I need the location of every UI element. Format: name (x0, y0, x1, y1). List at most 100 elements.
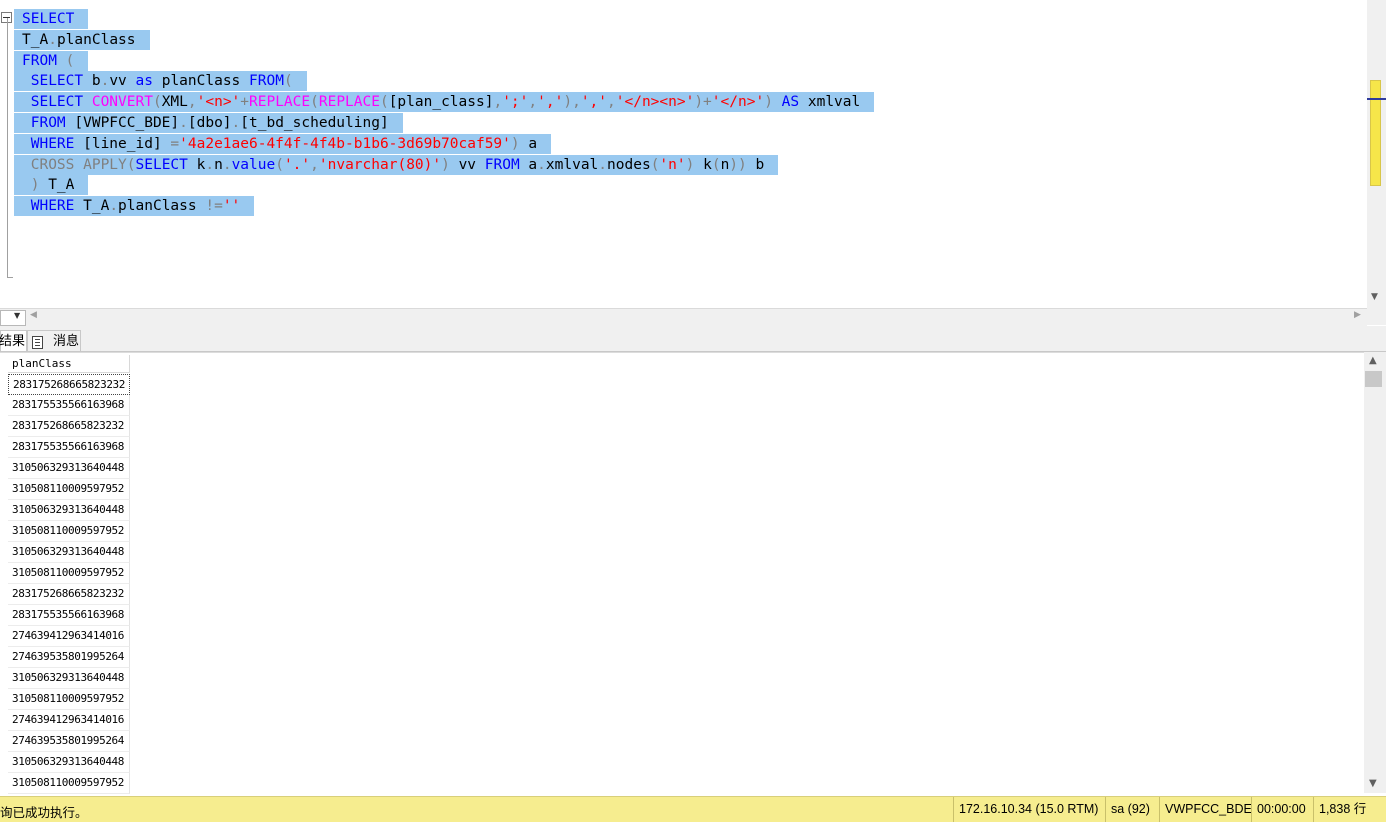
table-row[interactable]: 310508110009597952 (8, 479, 130, 500)
code-token: FROM (22, 115, 66, 131)
code-token: vv (109, 73, 136, 90)
table-row[interactable]: 283175268665823232 (8, 416, 130, 437)
code-token: planClass (56, 31, 136, 48)
code-line[interactable]: CROSS APPLY(SELECT k.n.value('.','nvarch… (14, 154, 779, 175)
code-token: xmlval (545, 156, 599, 173)
code-token: '</n>' (711, 94, 765, 111)
table-row[interactable]: 310508110009597952 (8, 521, 130, 542)
code-token: T_A (48, 177, 75, 194)
code-token: as (135, 73, 153, 90)
table-row[interactable]: 283175535566163968 (8, 437, 130, 458)
code-token: T_A (22, 31, 49, 48)
code-line[interactable]: ) T_A (14, 175, 89, 196)
code-token: ( (56, 52, 75, 69)
code-token: WHERE (22, 135, 75, 152)
table-row[interactable]: 283175268665823232 (8, 374, 130, 395)
table-row[interactable]: 310506329313640448 (8, 542, 130, 563)
code-token: FROM (249, 73, 284, 90)
code-token: ( (126, 156, 136, 173)
table-row[interactable]: 310506329313640448 (8, 752, 130, 773)
table-row[interactable]: 274639535801995264 (8, 731, 130, 752)
code-token: [VWPFCC_BDE] (65, 115, 180, 131)
table-row[interactable]: 310508110009597952 (8, 773, 130, 794)
tab-results[interactable]: 结果 (0, 330, 27, 351)
code-token: 'nvarchar(80)' (318, 156, 442, 173)
code-line[interactable]: T_A.planClass (14, 29, 150, 50)
status-bar: 询已成功执行。 172.16.10.34 (15.0 RTM) sa (92) … (0, 796, 1386, 822)
column-header-planclass[interactable]: planClass (8, 355, 130, 373)
table-row[interactable]: 310506329313640448 (8, 668, 130, 689)
results-grid[interactable]: planClass 283175268665823232 283175535566… (0, 352, 1364, 794)
table-row[interactable]: 283175535566163968 (8, 605, 130, 626)
editor-vertical-scrollbar[interactable]: ▼ (1367, 0, 1386, 308)
code-line[interactable]: WHERE T_A.planClass !='' (14, 196, 255, 217)
code-token: != (205, 198, 223, 215)
code-token: T_A (74, 198, 110, 215)
grid-scroll-thumb[interactable] (1365, 371, 1382, 387)
zoom-dropdown[interactable]: ▼ (0, 310, 26, 326)
code-token: '.' (283, 156, 311, 173)
scroll-up-arrow-icon[interactable]: ▲ (1369, 355, 1377, 366)
editor-horizontal-scrollbar[interactable]: ▼ ◀ ▶ (0, 308, 1367, 326)
scroll-down-arrow-icon[interactable]: ▼ (1369, 778, 1377, 789)
grid-rows[interactable]: 283175268665823232 283175535566163968 2831… (8, 374, 132, 794)
table-row[interactable]: 274639412963414016 (8, 710, 130, 731)
table-row[interactable]: 283175535566163968 (8, 395, 130, 416)
table-row[interactable]: 283175268665823232 (8, 584, 130, 605)
code-token: REPLACE (249, 94, 311, 111)
code-line[interactable]: SELECT CONVERT(XML,'<n>'+REPLACE(REPLACE… (14, 92, 875, 113)
code-token: ( (283, 73, 293, 90)
table-row[interactable]: 274639535801995264 (8, 647, 130, 668)
result-tabs: 结果 消息 (0, 326, 1386, 352)
code-token: '</n><n>' (615, 94, 695, 111)
grid-vertical-scrollbar[interactable]: ▲ ▼ (1364, 352, 1386, 793)
editor-scroll-thumb[interactable] (1370, 80, 1381, 186)
status-row-count: 1,838 行 (1313, 797, 1366, 822)
scroll-down-arrow-icon[interactable]: ▼ (1371, 292, 1378, 302)
code-token: = (170, 135, 180, 152)
code-token: ), (563, 94, 581, 111)
code-line[interactable]: FROM [VWPFCC_BDE].[dbo].[t_bd_scheduling… (14, 113, 403, 133)
code-line[interactable]: FROM ( (14, 50, 89, 71)
sql-editor[interactable]: SELECT T_A.planClass FROM ( SELECT b.vv as… (0, 0, 1386, 308)
code-line[interactable]: WHERE [line_id] ='4a2e1ae6-4f4f-4f4b-b1b… (14, 133, 552, 154)
code-token: XML (161, 94, 188, 111)
code-token: ( (379, 94, 389, 111)
code-token: ( (711, 156, 721, 173)
scroll-left-arrow-icon[interactable]: ◀ (30, 310, 37, 320)
code-token: . (222, 156, 232, 173)
code-token: . (231, 115, 241, 131)
code-token: ';' (502, 94, 529, 111)
code-token: . (205, 156, 215, 173)
table-row[interactable]: 310508110009597952 (8, 689, 130, 710)
code-token: CROSS APPLY (22, 156, 127, 173)
messages-icon (32, 336, 43, 349)
table-row[interactable]: 274639412963414016 (8, 626, 130, 647)
code-token: AS (781, 94, 800, 111)
code-token: [plan_class] (388, 94, 494, 111)
code-token: . (109, 198, 119, 215)
code-token: '<n>' (196, 94, 241, 111)
code-line[interactable]: SELECT b.vv as planClass FROM( (14, 71, 307, 92)
tab-results-label: 结果 (0, 333, 26, 348)
code-token: SELECT (135, 156, 188, 173)
code-token: )+ (694, 94, 712, 111)
code-token: , (493, 94, 503, 111)
code-token: planClass (152, 73, 250, 90)
table-row[interactable]: 310506329313640448 (8, 458, 130, 479)
tab-messages[interactable]: 消息 (27, 330, 81, 351)
code-token: ) (685, 156, 704, 173)
scroll-right-arrow-icon[interactable]: ▶ (1354, 310, 1361, 320)
code-token: [line_id] (74, 135, 171, 152)
table-row[interactable]: 310508110009597952 (8, 563, 130, 584)
code-token: ) (22, 177, 49, 194)
code-token: [t_bd_scheduling] (240, 115, 389, 131)
status-server: 172.16.10.34 (15.0 RTM) (953, 797, 1098, 822)
table-row[interactable]: 310506329313640448 (8, 500, 130, 521)
editor-caret-marker (1367, 98, 1386, 100)
code-token: ',' (537, 94, 564, 111)
code-line[interactable]: SELECT (14, 9, 89, 29)
code-token: ) (441, 156, 459, 173)
code-token: ) (764, 94, 782, 111)
